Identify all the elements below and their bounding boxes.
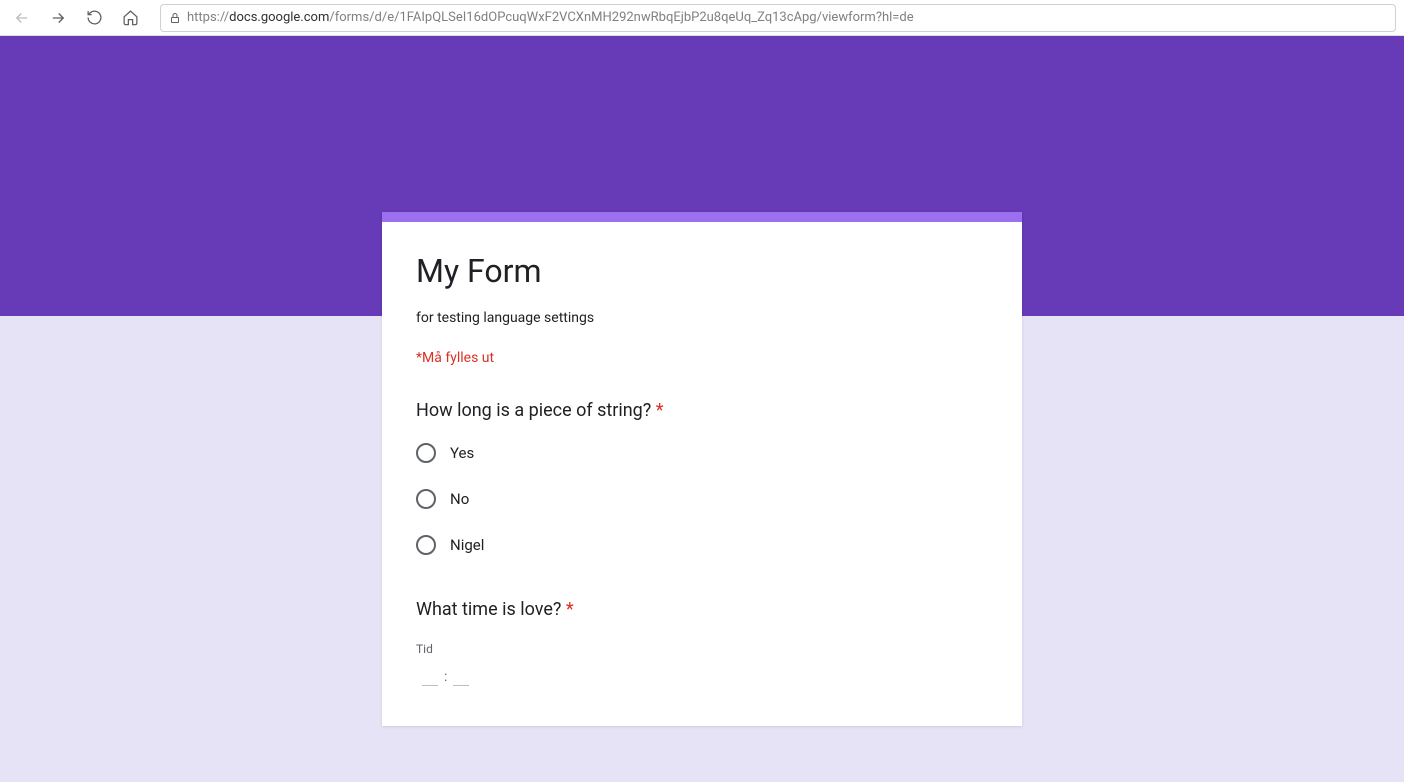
time-separator: : xyxy=(444,669,447,685)
radio-icon xyxy=(416,489,436,509)
time-field-label: Tid xyxy=(416,642,988,656)
option-label: Nigel xyxy=(450,536,484,554)
url-text: https://docs.google.com/forms/d/e/1FAIpQ… xyxy=(187,10,914,25)
question-1: How long is a piece of string? * xyxy=(416,400,988,421)
arrow-right-icon xyxy=(49,9,67,27)
arrow-left-icon xyxy=(13,9,31,27)
forward-button[interactable] xyxy=(44,4,72,32)
question-2: What time is love? * xyxy=(416,599,988,620)
url-bar[interactable]: https://docs.google.com/forms/d/e/1FAIpQ… xyxy=(160,4,1396,32)
page-viewport: My Form for testing language settings *M… xyxy=(0,36,1404,782)
refresh-button[interactable] xyxy=(80,4,108,32)
time-minute-input[interactable] xyxy=(453,668,469,686)
required-star-icon: * xyxy=(566,599,574,620)
option-label: Yes xyxy=(450,444,474,462)
radio-icon xyxy=(416,535,436,555)
time-input[interactable]: : xyxy=(416,668,988,686)
home-icon xyxy=(122,9,139,26)
option-label: No xyxy=(450,490,469,508)
form-accent-bar xyxy=(382,212,1022,222)
question-1-options: Yes No Nigel xyxy=(416,443,988,555)
refresh-icon xyxy=(86,9,103,26)
browser-toolbar: https://docs.google.com/forms/d/e/1FAIpQ… xyxy=(0,0,1404,36)
lock-icon xyxy=(169,12,181,24)
radio-icon xyxy=(416,443,436,463)
radio-option-no[interactable]: No xyxy=(416,489,988,509)
form-description: for testing language settings xyxy=(416,310,988,326)
form-title: My Form xyxy=(416,252,988,290)
radio-option-yes[interactable]: Yes xyxy=(416,443,988,463)
required-note: *Må fylles ut xyxy=(416,350,988,366)
question-label: What time is love? xyxy=(416,599,561,620)
form-card: My Form for testing language settings *M… xyxy=(382,212,1022,726)
required-star-icon: * xyxy=(656,400,664,421)
question-label: How long is a piece of string? xyxy=(416,400,651,421)
time-hour-input[interactable] xyxy=(422,668,438,686)
back-button[interactable] xyxy=(8,4,36,32)
radio-option-nigel[interactable]: Nigel xyxy=(416,535,988,555)
home-button[interactable] xyxy=(116,4,144,32)
